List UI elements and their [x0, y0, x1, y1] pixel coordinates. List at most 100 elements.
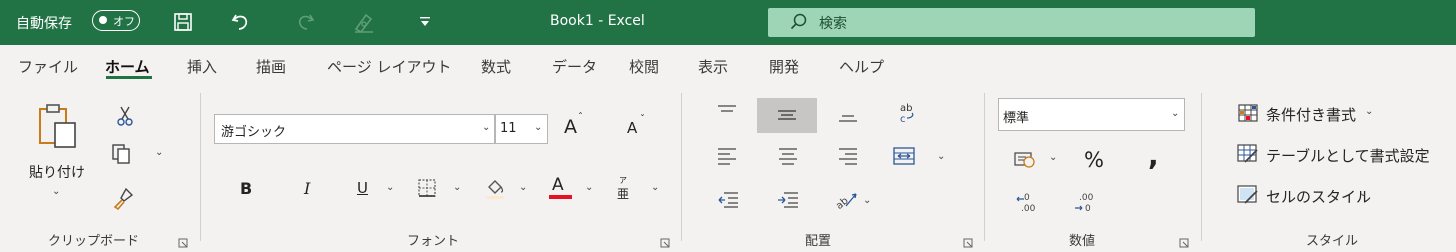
svg-text:.00: .00 — [1079, 193, 1094, 203]
tab-developer[interactable]: 開発 — [769, 56, 799, 77]
font-color-swatch — [549, 195, 572, 199]
group-divider — [1201, 93, 1202, 241]
ribbon: 貼り付け ⌄ ⌄ クリップボード 游ゴシック ⌄ 11 ⌄ A ˆ A ˇ B … — [0, 85, 1456, 251]
chevron-down-icon: ⌄ — [534, 122, 543, 133]
orientation-dropdown-icon[interactable]: ⌄ — [863, 195, 871, 206]
alignment-launcher-icon[interactable] — [963, 233, 973, 248]
font-size-dropdown[interactable]: 11 ⌄ — [495, 114, 548, 144]
decrease-font-button[interactable]: A — [627, 119, 637, 137]
bold-button[interactable]: B — [240, 179, 252, 198]
phonetic-button[interactable]: 亜 — [617, 185, 629, 202]
cell-styles-icon[interactable] — [1237, 185, 1259, 209]
copy-dropdown-icon[interactable]: ⌄ — [155, 147, 163, 158]
fill-color-dropdown-icon[interactable]: ⌄ — [519, 182, 527, 193]
tab-formulas[interactable]: 数式 — [481, 56, 511, 77]
accounting-format-icon[interactable] — [1013, 149, 1037, 173]
increase-decimal-icon[interactable]: 0.00 — [1015, 189, 1041, 219]
number-launcher-icon[interactable] — [1179, 233, 1189, 248]
styles-group-label: スタイル — [1306, 234, 1359, 249]
phonetic-dropdown-icon[interactable]: ⌄ — [651, 182, 659, 193]
number-format-dropdown[interactable]: 標準 ⌄ — [998, 98, 1185, 131]
cell-styles-button[interactable]: セルのスタイル — [1266, 186, 1371, 207]
border-dropdown-icon[interactable]: ⌄ — [453, 182, 461, 193]
tab-data[interactable]: データ — [552, 56, 597, 77]
wrap-text-icon[interactable]: ab c — [898, 102, 920, 128]
accounting-dropdown-icon[interactable]: ⌄ — [1049, 152, 1057, 163]
decrease-arrow-icon: ˇ — [640, 114, 645, 125]
save-icon[interactable] — [173, 12, 193, 32]
increase-indent-icon[interactable] — [776, 189, 800, 215]
italic-button[interactable]: I — [304, 179, 310, 198]
search-icon — [790, 13, 808, 35]
paste-dropdown-icon[interactable]: ⌄ — [52, 186, 60, 197]
copy-icon[interactable] — [111, 143, 133, 169]
align-center-icon[interactable] — [777, 145, 799, 171]
redo-icon[interactable] — [294, 11, 316, 33]
chevron-down-icon: ⌄ — [482, 122, 491, 133]
percent-button[interactable]: % — [1084, 148, 1104, 172]
paste-icon[interactable] — [38, 103, 80, 155]
svg-text:ab: ab — [900, 103, 912, 114]
tab-help[interactable]: ヘルプ — [839, 56, 884, 77]
align-left-icon[interactable] — [716, 145, 738, 171]
align-right-icon[interactable] — [837, 145, 859, 171]
number-group-label: 数値 — [1069, 234, 1096, 249]
search-box[interactable]: 検索 — [768, 8, 1255, 37]
align-bottom-icon[interactable] — [837, 107, 859, 127]
svg-text:0: 0 — [1024, 193, 1030, 203]
merge-center-icon[interactable] — [892, 145, 916, 171]
merge-dropdown-icon[interactable]: ⌄ — [937, 151, 945, 162]
cut-icon[interactable] — [115, 105, 135, 131]
svg-text:.00: .00 — [1021, 204, 1036, 214]
undo-icon[interactable] — [230, 11, 252, 33]
ribbon-tabs: ファイル ホーム 挿入 描画 ページ レイアウト 数式 データ 校閲 表示 開発… — [0, 45, 1456, 85]
increase-font-button[interactable]: A — [564, 116, 577, 138]
align-top-icon[interactable] — [716, 104, 738, 124]
paste-label[interactable]: 貼り付け — [29, 162, 85, 182]
align-middle-button[interactable] — [757, 98, 817, 133]
border-icon[interactable] — [417, 178, 437, 202]
tab-home[interactable]: ホーム — [105, 56, 150, 77]
font-color-button[interactable]: A — [552, 175, 564, 195]
fill-color-icon[interactable] — [484, 177, 506, 205]
clipboard-group-label: クリップボード — [48, 234, 140, 249]
group-divider — [200, 93, 201, 241]
table-dropdown-icon[interactable]: ⌄ — [1420, 147, 1428, 158]
format-as-table-button[interactable]: テーブルとして書式設定 — [1266, 145, 1430, 166]
font-name-dropdown[interactable]: 游ゴシック ⌄ — [214, 114, 495, 144]
tab-file[interactable]: ファイル — [18, 56, 78, 77]
font-size-value: 11 — [500, 121, 517, 136]
underline-button[interactable]: U — [357, 179, 368, 197]
tab-review[interactable]: 校閲 — [629, 56, 659, 77]
cell-styles-dropdown-icon[interactable]: ⌄ — [1359, 188, 1367, 199]
chevron-down-icon: ⌄ — [1171, 108, 1180, 119]
autosave-toggle[interactable]: オフ — [92, 10, 140, 31]
title-bar: 自動保存 オフ Book1 - Excel 検索 — [0, 0, 1456, 45]
customize-toolbar-icon[interactable] — [419, 17, 431, 27]
orientation-icon[interactable]: ab — [834, 188, 860, 214]
increase-arrow-icon: ˆ — [578, 112, 583, 123]
tab-draw[interactable]: 描画 — [256, 56, 286, 77]
group-divider — [681, 93, 682, 241]
conditional-format-icon[interactable] — [1238, 104, 1258, 126]
format-as-table-icon[interactable] — [1237, 144, 1259, 168]
font-color-dropdown-icon[interactable]: ⌄ — [585, 182, 593, 193]
underline-dropdown-icon[interactable]: ⌄ — [386, 182, 394, 193]
alignment-group-label: 配置 — [805, 234, 832, 249]
decrease-indent-icon[interactable] — [716, 189, 740, 215]
autosave-label: 自動保存 — [16, 16, 72, 32]
decrease-decimal-icon[interactable]: .00 0 — [1073, 189, 1099, 219]
document-title: Book1 - Excel — [550, 13, 645, 29]
format-painter-icon[interactable] — [112, 187, 136, 215]
comma-button[interactable]: , — [1148, 139, 1159, 172]
tab-insert[interactable]: 挿入 — [187, 56, 217, 77]
number-format-value: 標準 — [1003, 111, 1030, 126]
svg-text:0: 0 — [1085, 204, 1091, 214]
font-launcher-icon[interactable] — [660, 233, 670, 248]
tab-page-layout[interactable]: ページ レイアウト — [327, 56, 451, 77]
tab-view[interactable]: 表示 — [698, 56, 728, 77]
conditional-format-button[interactable]: 条件付き書式 — [1266, 104, 1356, 125]
conditional-dropdown-icon[interactable]: ⌄ — [1365, 106, 1373, 117]
clipboard-launcher-icon[interactable] — [178, 233, 188, 248]
draw-icon[interactable] — [352, 11, 376, 35]
